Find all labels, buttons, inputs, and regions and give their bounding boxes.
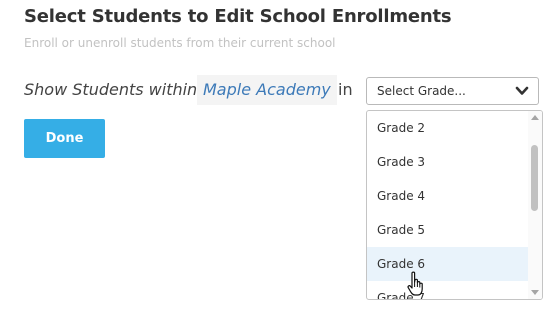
hand-pointer-icon [407, 271, 423, 296]
grade-select-value: Select Grade... [377, 84, 466, 98]
grade-option[interactable]: Grade 7 [367, 281, 528, 299]
enrollment-page: Select Students to Edit School Enrollmen… [0, 0, 553, 317]
school-selector[interactable]: Maple Academy [197, 75, 337, 105]
grade-option[interactable]: Grade 3 [367, 145, 528, 179]
grade-select[interactable]: Select Grade... [366, 77, 539, 105]
chevron-down-icon [515, 86, 529, 95]
scroll-down-arrow-icon[interactable] [531, 290, 539, 295]
grade-option-hovered[interactable]: Grade 6 [367, 247, 528, 281]
scroll-up-arrow-icon[interactable] [531, 115, 539, 120]
dropdown-scrollbar[interactable] [528, 111, 542, 299]
scrollbar-thumb[interactable] [531, 145, 538, 211]
filter-in-label: in [338, 80, 353, 99]
grade-option[interactable]: Grade 5 [367, 213, 528, 247]
grade-option[interactable]: Grade 4 [367, 179, 528, 213]
filter-prefix-label: Show Students within [24, 80, 198, 99]
grade-option[interactable]: Grade 2 [367, 111, 528, 145]
grade-dropdown-list: Grade 2 Grade 3 Grade 4 Grade 5 Grade 6 … [366, 110, 543, 300]
done-button[interactable]: Done [24, 119, 105, 158]
page-subtitle: Enroll or unenroll students from their c… [24, 36, 336, 50]
page-title: Select Students to Edit School Enrollmen… [24, 6, 452, 27]
